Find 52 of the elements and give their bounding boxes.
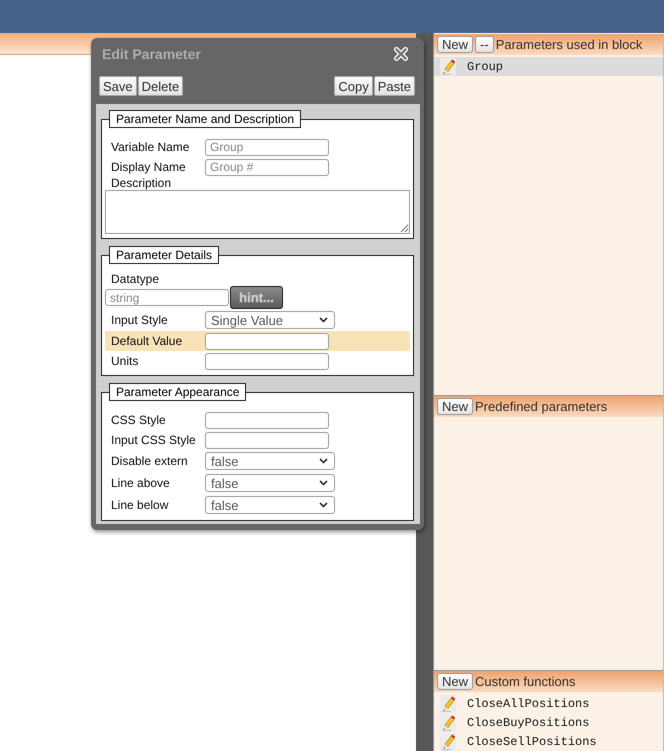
field-label: Variable Name xyxy=(110,140,190,154)
field-label: Line below xyxy=(110,498,170,512)
dropdown[interactable]: Single Value xyxy=(205,311,335,329)
panel-button[interactable]: New xyxy=(437,673,474,690)
pencil-icon[interactable] xyxy=(440,714,456,732)
panel-title: Predefined parameters xyxy=(475,399,608,414)
field-label: Input CSS Style xyxy=(110,433,197,447)
text-field[interactable]: Group # xyxy=(205,158,329,176)
text-field[interactable] xyxy=(205,412,329,428)
panel-button[interactable]: New xyxy=(437,36,474,53)
text-field[interactable] xyxy=(205,332,329,350)
field-label: Display Name xyxy=(110,160,187,174)
section-legend: Parameter Appearance xyxy=(109,383,246,401)
field-label: Line above xyxy=(110,476,171,490)
dialog-button[interactable]: Paste xyxy=(374,76,415,96)
chevron-down-icon xyxy=(319,480,328,486)
chevron-down-icon xyxy=(319,317,328,323)
pencil-icon[interactable] xyxy=(440,58,456,76)
dropdown[interactable]: false xyxy=(205,452,335,470)
panel-button[interactable]: New xyxy=(437,398,474,416)
list-item[interactable]: Group xyxy=(434,57,663,76)
close-icon[interactable] xyxy=(393,46,409,62)
field-label: CSS Style xyxy=(110,413,167,427)
field-label: Description xyxy=(110,177,172,190)
dialog-button[interactable]: Copy xyxy=(334,76,373,96)
chevron-down-icon xyxy=(319,502,328,508)
field-label: Datatype xyxy=(110,273,160,286)
text-field[interactable] xyxy=(205,432,329,448)
panel-title: Custom functions xyxy=(475,674,576,689)
text-area-field[interactable] xyxy=(105,190,410,234)
field-label: Default Value xyxy=(110,334,184,348)
list-item[interactable]: CloseAllPositions xyxy=(434,694,663,713)
dropdown[interactable]: false xyxy=(205,474,335,492)
dialog-button[interactable]: Save xyxy=(99,76,137,96)
dialog-button[interactable]: Delete xyxy=(138,76,184,96)
list-item[interactable]: CloseBuyPositions xyxy=(434,713,663,732)
field-label: Input Style xyxy=(110,313,169,327)
pencil-icon[interactable] xyxy=(440,732,456,750)
field-label: Units xyxy=(110,354,140,368)
text-field[interactable]: string xyxy=(105,289,229,306)
section-legend: Parameter Details xyxy=(109,246,220,264)
dropdown[interactable]: false xyxy=(205,496,335,514)
chevron-down-icon xyxy=(319,458,328,464)
field-label: Disable extern xyxy=(110,454,189,468)
panel-title: Parameters used in block xyxy=(496,37,642,52)
text-field[interactable] xyxy=(205,352,329,370)
dialog-title: Edit Parameter xyxy=(102,46,201,62)
section-legend: Parameter Name and Description xyxy=(109,110,302,128)
list-item[interactable]: CloseSellPositions xyxy=(434,732,663,751)
panel-button[interactable]: -- xyxy=(475,36,494,53)
text-field[interactable]: Group xyxy=(205,138,329,156)
pencil-icon[interactable] xyxy=(440,694,456,712)
